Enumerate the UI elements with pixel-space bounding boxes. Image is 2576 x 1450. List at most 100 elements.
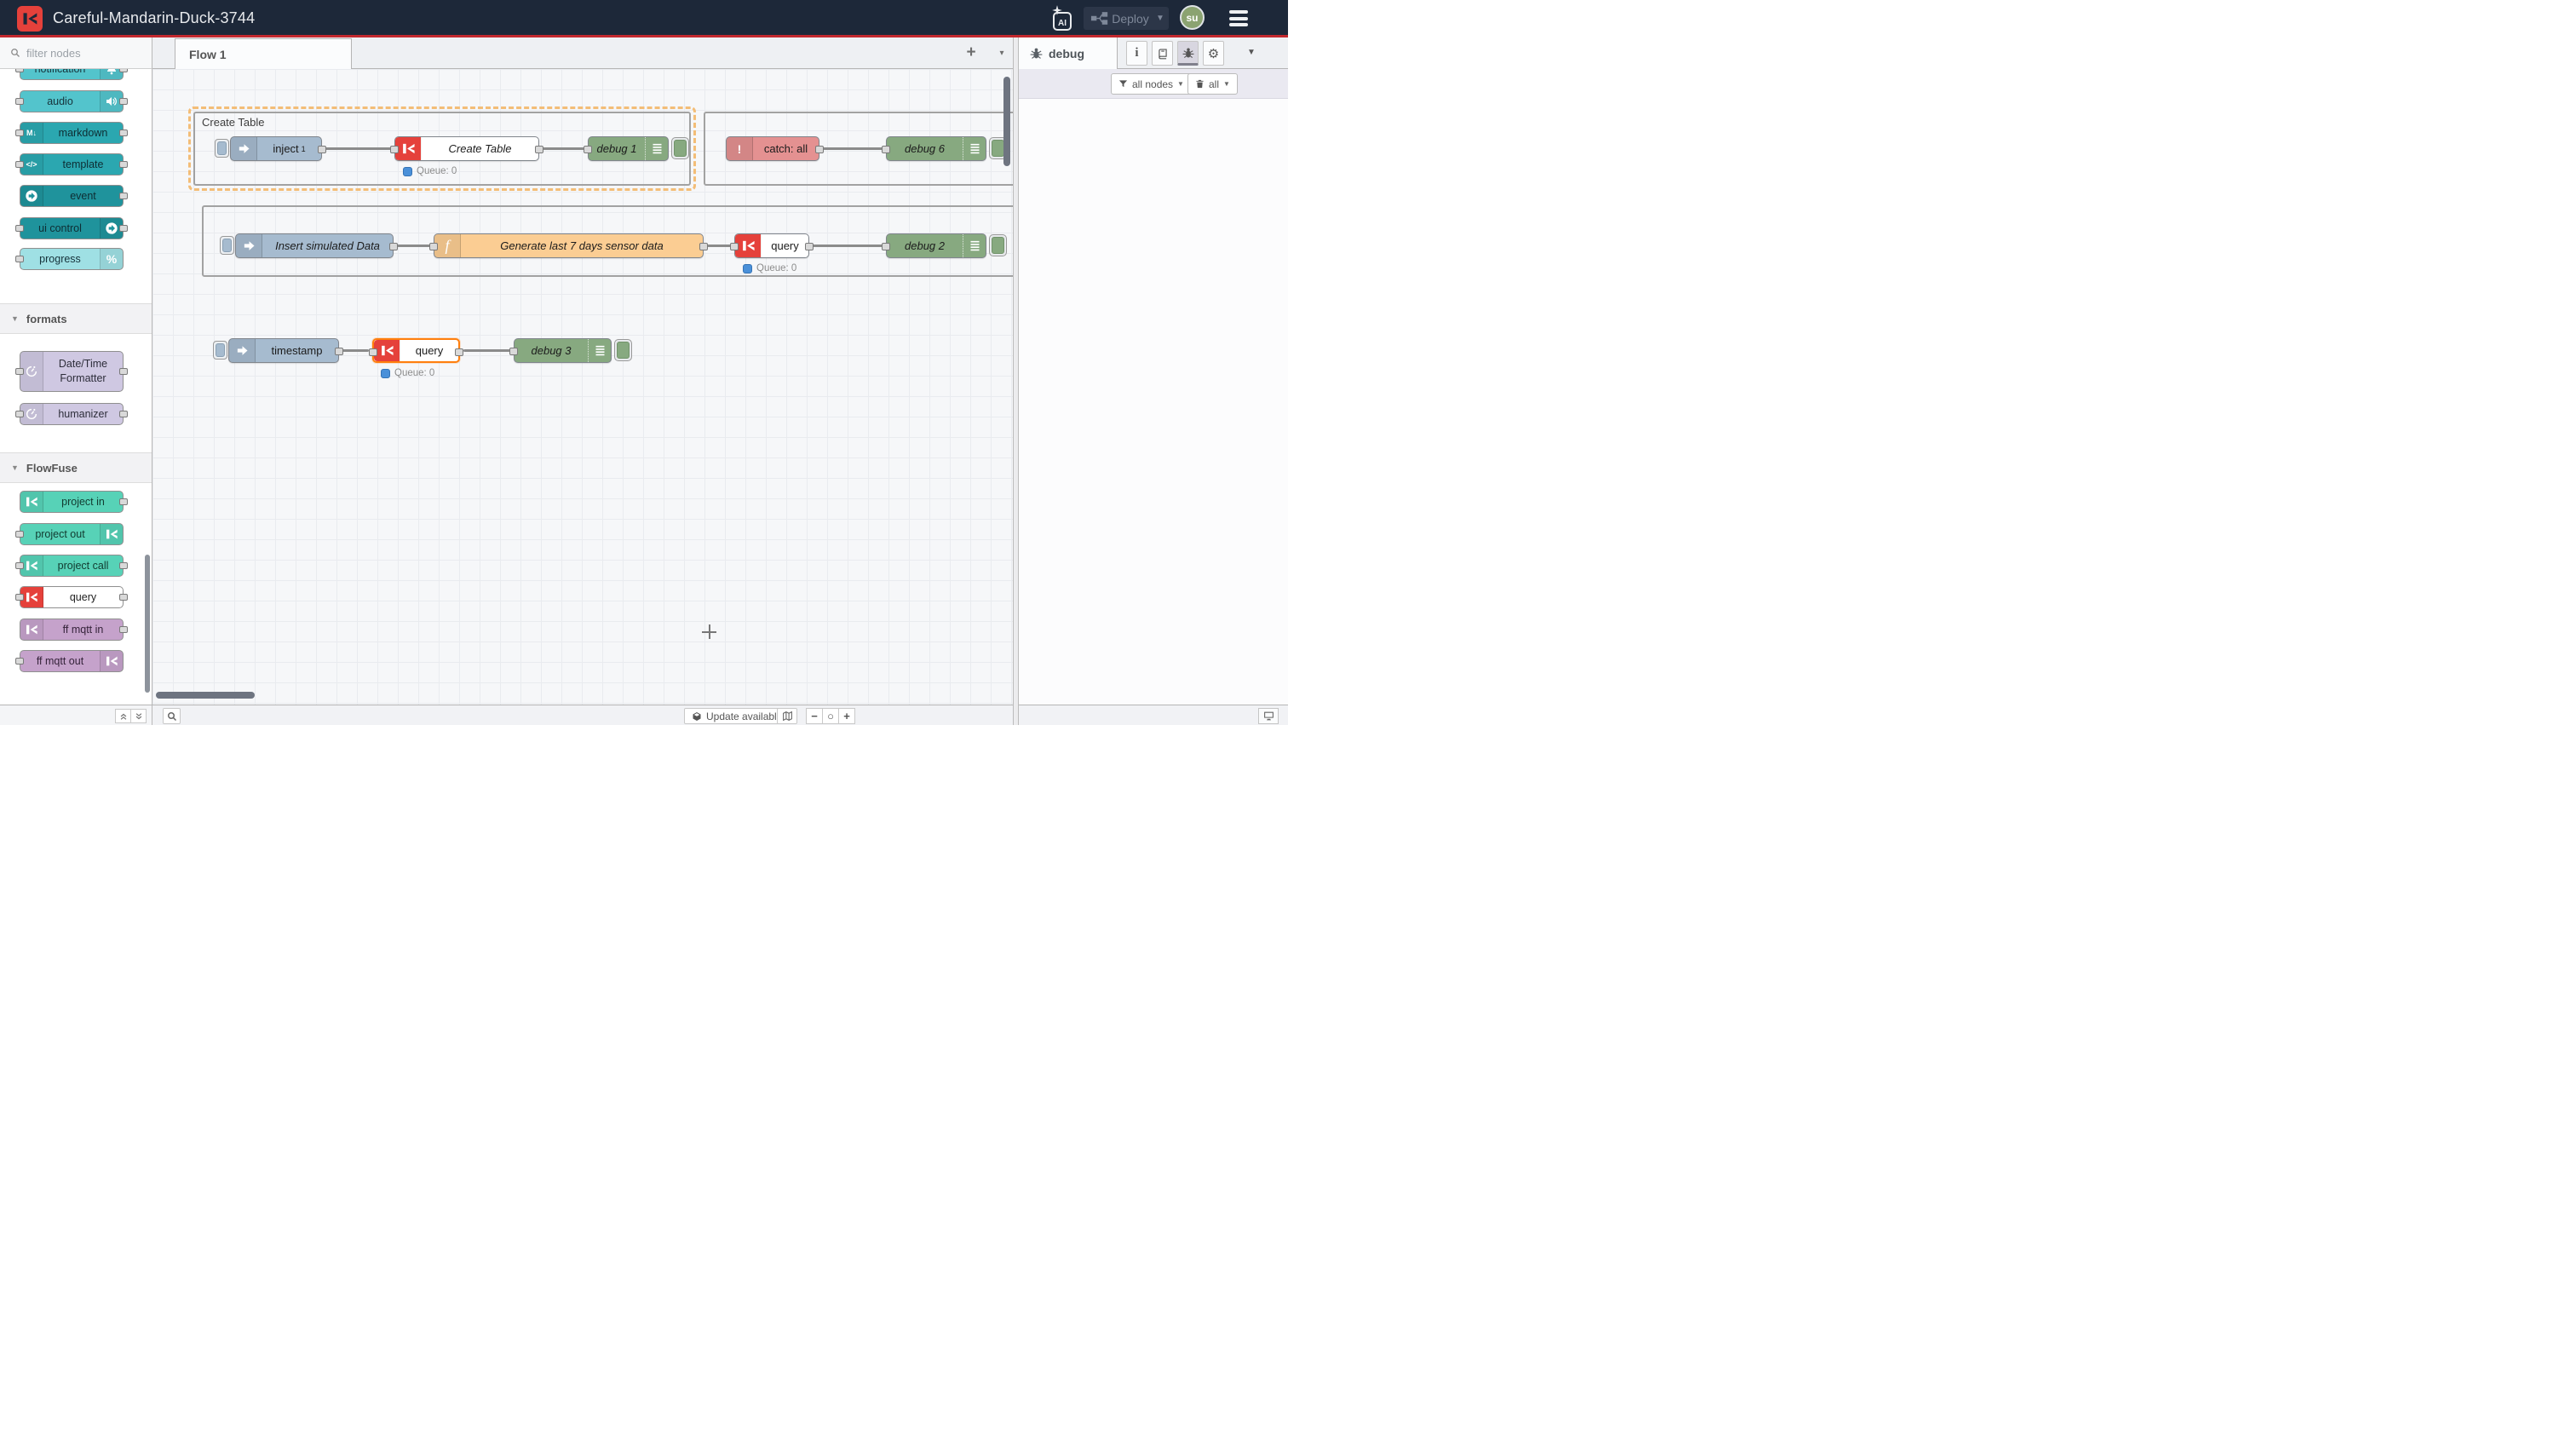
output-port bbox=[119, 562, 128, 569]
output-port[interactable] bbox=[815, 146, 824, 153]
wire[interactable] bbox=[543, 147, 584, 150]
input-port[interactable] bbox=[882, 243, 890, 250]
debug-enable-toggle[interactable] bbox=[614, 339, 632, 361]
node-inject-3[interactable]: timestamp bbox=[228, 338, 339, 363]
output-port[interactable] bbox=[389, 243, 398, 250]
palette-node-markdown[interactable]: M↓markdown bbox=[20, 122, 124, 144]
deploy-options-caret[interactable]: ▼ bbox=[1152, 14, 1169, 23]
input-port[interactable] bbox=[429, 243, 438, 250]
output-port[interactable] bbox=[335, 348, 343, 355]
canvas-vertical-scrollbar[interactable] bbox=[1003, 77, 1010, 166]
update-available-button[interactable]: Update available bbox=[684, 708, 790, 724]
open-in-window-button[interactable] bbox=[1258, 708, 1279, 724]
sidebar-splitter[interactable] bbox=[1013, 37, 1019, 725]
debug-tab-button[interactable] bbox=[1177, 41, 1199, 66]
inject-trigger-button[interactable] bbox=[220, 236, 234, 255]
wire[interactable] bbox=[707, 245, 731, 247]
node-debug-6[interactable]: debug 6 bbox=[886, 136, 986, 161]
palette-filter-input[interactable] bbox=[26, 47, 137, 60]
flow-canvas[interactable]: Create Table inject1 Create Table debug 1 !c… bbox=[152, 69, 1013, 705]
bug-icon bbox=[1030, 47, 1043, 60]
palette-node-ff-mqtt-out[interactable]: ff mqtt out bbox=[20, 650, 124, 672]
output-port[interactable] bbox=[318, 146, 326, 153]
ffred-icon bbox=[735, 234, 762, 257]
input-port[interactable] bbox=[882, 146, 890, 153]
main-menu-button[interactable] bbox=[1229, 10, 1248, 26]
palette-node-progress[interactable]: progress% bbox=[20, 248, 124, 270]
palette-node-notification[interactable]: notification bbox=[20, 69, 124, 80]
palette-node-query[interactable]: query bbox=[20, 586, 124, 608]
wire[interactable] bbox=[342, 349, 369, 352]
palette-node-project-out[interactable]: project out bbox=[20, 523, 124, 545]
flow-tab-active[interactable]: Flow 1 bbox=[175, 38, 352, 69]
node-inject-1[interactable]: inject1 bbox=[230, 136, 322, 161]
palette-node-template[interactable]: </>template bbox=[20, 153, 124, 175]
add-flow-button[interactable]: + bbox=[960, 43, 982, 63]
input-port[interactable] bbox=[369, 348, 377, 356]
help-tab-button[interactable] bbox=[1152, 41, 1173, 66]
zoom-out-button[interactable]: − bbox=[806, 708, 823, 724]
input-port[interactable] bbox=[509, 348, 518, 355]
navigator-map-button[interactable] bbox=[777, 708, 797, 724]
wire[interactable] bbox=[813, 245, 883, 247]
palette-node-ff-mqtt-in[interactable]: ff mqtt in bbox=[20, 619, 124, 641]
wire[interactable] bbox=[463, 349, 510, 352]
input-port[interactable] bbox=[584, 146, 592, 153]
info-tab-button[interactable]: i bbox=[1126, 41, 1147, 66]
wire[interactable] bbox=[325, 147, 394, 150]
palette-node-project-call[interactable]: project call bbox=[20, 555, 124, 577]
deploy-button[interactable]: Deploy ▼ bbox=[1084, 7, 1169, 30]
ai-assistant-button[interactable]: AI bbox=[1053, 7, 1075, 31]
node-catch-all[interactable]: !catch: all bbox=[726, 136, 819, 161]
debug-filter-button[interactable]: all nodes▼ bbox=[1111, 73, 1192, 95]
node-create-table[interactable]: Create Table bbox=[394, 136, 539, 161]
inject-trigger-button[interactable] bbox=[215, 139, 229, 158]
node-inject-2[interactable]: Insert simulated Data bbox=[235, 233, 394, 258]
palette-node-project-in[interactable]: project in bbox=[20, 491, 124, 513]
inject-trigger-button[interactable] bbox=[213, 341, 227, 360]
node-debug-1[interactable]: debug 1 bbox=[588, 136, 669, 161]
palette-node-event[interactable]: event bbox=[20, 185, 124, 207]
user-avatar[interactable]: su bbox=[1180, 5, 1205, 30]
flowfuse-logo-icon[interactable] bbox=[17, 6, 43, 32]
config-tab-button[interactable]: ⚙ bbox=[1203, 41, 1224, 66]
sidebar: debug i ⚙ ▼ all nodes▼ all▼ bbox=[1019, 37, 1288, 725]
debug-enable-toggle[interactable] bbox=[671, 137, 689, 159]
output-port[interactable] bbox=[805, 243, 814, 250]
node-debug-2[interactable]: debug 2 bbox=[886, 233, 986, 258]
expand-categories-button[interactable] bbox=[130, 709, 147, 723]
palette-node-label: event bbox=[43, 186, 123, 206]
canvas-horizontal-scrollbar[interactable] bbox=[156, 692, 255, 699]
node-debug-3[interactable]: debug 3 bbox=[514, 338, 612, 363]
palette-node-humanizer[interactable]: humanizer bbox=[20, 403, 124, 425]
palette-node-label: audio bbox=[20, 91, 100, 112]
palette-section-flowfuse[interactable]: ▼FlowFuse bbox=[0, 452, 152, 483]
sidebar-menu-caret[interactable]: ▼ bbox=[1247, 48, 1256, 57]
palette-section-formats[interactable]: ▼formats bbox=[0, 303, 152, 334]
output-port[interactable] bbox=[455, 348, 463, 356]
node-label: debug 3 bbox=[515, 339, 588, 362]
node-function-1[interactable]: fGenerate last 7 days sensor data bbox=[434, 233, 704, 258]
input-port[interactable] bbox=[730, 243, 739, 250]
debug-clear-button[interactable]: all▼ bbox=[1187, 73, 1238, 95]
debug-enable-toggle[interactable] bbox=[989, 234, 1007, 256]
output-port[interactable] bbox=[535, 146, 543, 153]
zoom-reset-button[interactable]: ○ bbox=[822, 708, 839, 724]
group-label: Create Table bbox=[202, 116, 264, 129]
canvas-search-button[interactable] bbox=[163, 708, 181, 724]
zoom-in-button[interactable]: + bbox=[838, 708, 855, 724]
palette-node-date-time-formatter[interactable]: Date/Time Formatter bbox=[20, 351, 124, 392]
input-port[interactable] bbox=[390, 146, 399, 153]
wire[interactable] bbox=[823, 147, 883, 150]
sidebar-tab-debug[interactable]: debug bbox=[1019, 37, 1118, 69]
ff-icon bbox=[100, 524, 123, 544]
output-port[interactable] bbox=[699, 243, 708, 250]
wire[interactable] bbox=[397, 245, 430, 247]
palette-node-ui-control[interactable]: ui control bbox=[20, 217, 124, 239]
palette-scrollbar[interactable] bbox=[145, 555, 150, 693]
node-query-3[interactable]: query bbox=[372, 338, 460, 363]
flow-list-caret[interactable]: ▾ bbox=[991, 43, 1013, 63]
collapse-categories-button[interactable] bbox=[115, 709, 131, 723]
node-query-2[interactable]: query bbox=[734, 233, 809, 258]
palette-node-audio[interactable]: audio bbox=[20, 90, 124, 112]
